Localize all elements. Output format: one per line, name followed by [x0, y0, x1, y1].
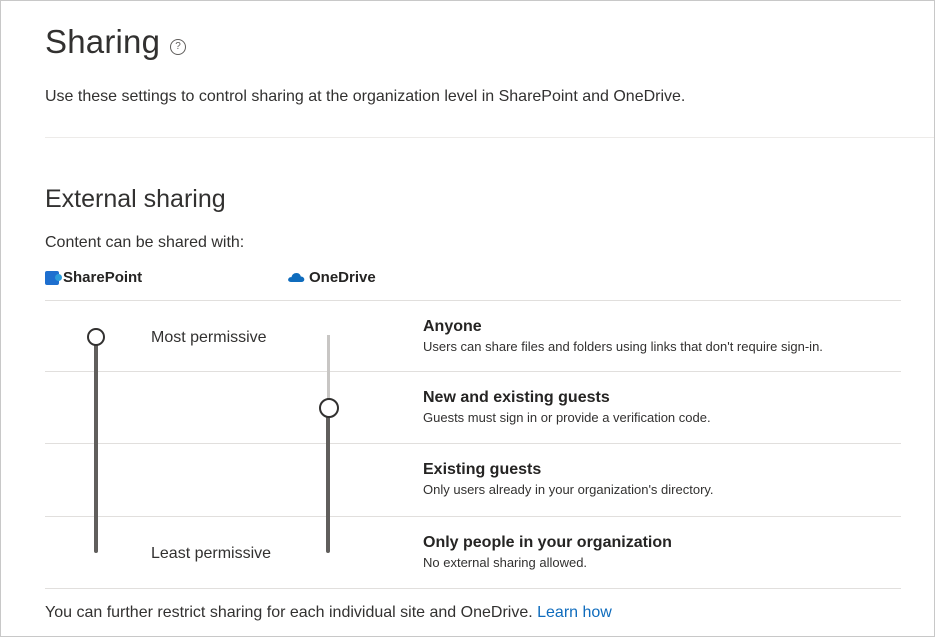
onedrive-slider-disabled-track: [327, 335, 330, 399]
onedrive-slider-thumb[interactable]: [319, 398, 339, 418]
onedrive-label-group: OneDrive: [287, 269, 376, 286]
sharepoint-slider-track[interactable]: [94, 337, 98, 553]
help-icon[interactable]: ?: [170, 39, 186, 55]
level-existing-guests: Existing guests Only users already in yo…: [423, 461, 714, 497]
level-description: No external sharing allowed.: [423, 555, 588, 570]
level-new-and-existing-guests: New and existing guests Guests must sign…: [423, 389, 711, 425]
page-title: Sharing: [45, 23, 161, 60]
level-description: Users can share files and folders using …: [423, 339, 823, 354]
level-only-organization: Only people in your organization No exte…: [423, 534, 672, 570]
level-title: Anyone: [423, 318, 482, 335]
onedrive-label: OneDrive: [309, 269, 376, 286]
most-permissive-label: Most permissive: [151, 329, 267, 346]
row-divider: [45, 588, 901, 589]
onedrive-slider-track[interactable]: [326, 407, 330, 553]
learn-how-link[interactable]: Learn how: [537, 604, 612, 621]
sharepoint-icon: [45, 270, 62, 285]
onedrive-sharing-slider[interactable]: [316, 335, 340, 555]
level-description: Only users already in your organization'…: [423, 482, 714, 497]
sharepoint-sharing-slider[interactable]: [85, 323, 107, 555]
page-subtitle: Use these settings to control sharing at…: [45, 88, 686, 105]
level-title: Only people in your organization: [423, 534, 672, 551]
header-divider: [45, 137, 934, 138]
footer-note: You can further restrict sharing for eac…: [45, 604, 612, 622]
level-title: Existing guests: [423, 461, 542, 478]
external-sharing-heading: External sharing: [45, 185, 226, 213]
row-divider: [45, 371, 901, 372]
footer-text: You can further restrict sharing for eac…: [45, 604, 533, 621]
sharepoint-slider-thumb[interactable]: [87, 328, 105, 346]
content-shared-label: Content can be shared with:: [45, 234, 245, 251]
level-description: Guests must sign in or provide a verific…: [423, 410, 711, 425]
row-divider: [45, 516, 901, 517]
row-divider: [45, 300, 901, 301]
sharepoint-label: SharePoint: [63, 269, 143, 286]
row-divider: [45, 443, 901, 444]
sharing-panel: Sharing ? Use these settings to control …: [0, 0, 935, 637]
sharepoint-label-group: SharePoint: [45, 269, 142, 286]
level-anyone: Anyone Users can share files and folders…: [423, 318, 823, 354]
least-permissive-label: Least permissive: [151, 545, 272, 562]
onedrive-cloud-icon: [288, 273, 305, 282]
level-title: New and existing guests: [423, 389, 610, 406]
